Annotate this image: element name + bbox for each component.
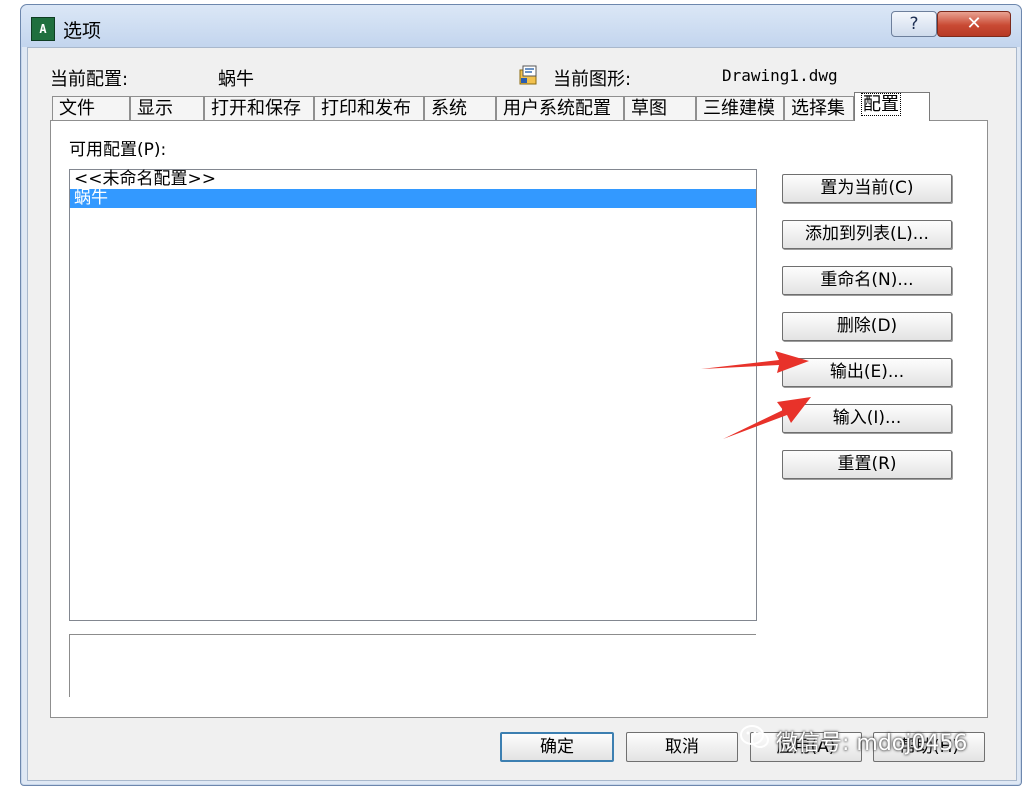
annotation-arrow-icon: [723, 397, 811, 439]
options-dialog: A 选项 ? ✕ 当前配置: 蜗牛 当前图形: Drawing1.dwg 文件 …: [20, 4, 1022, 786]
tab-open-save[interactable]: 打开和保存: [204, 96, 314, 120]
current-drawing-value: Drawing1.dwg: [722, 66, 838, 85]
profile-description-box: [69, 634, 756, 697]
add-to-list-button[interactable]: 添加到列表(L)...: [782, 220, 952, 249]
current-profile-label: 当前配置:: [50, 69, 129, 90]
autocad-app-icon: A: [31, 17, 55, 41]
tab-strip: 文件 显示 打开和保存 打印和发布 系统 用户系统配置 草图 三维建模 选择集 …: [52, 92, 988, 121]
cancel-button[interactable]: 取消: [626, 732, 738, 762]
set-current-button[interactable]: 置为当前(C): [782, 174, 952, 203]
profiles-panel: 可用配置(P): <<未命名配置>> 蜗牛 置为当前(C) 添加到列表(L)..…: [50, 120, 988, 718]
profiles-listbox[interactable]: <<未命名配置>> 蜗牛: [69, 169, 757, 621]
reset-button[interactable]: 重置(R): [782, 450, 952, 479]
list-item[interactable]: 蜗牛: [70, 189, 756, 208]
list-item[interactable]: <<未命名配置>>: [70, 170, 756, 189]
wechat-icon: [740, 724, 770, 764]
watermark-text: 微信号: mdoj0456: [776, 731, 968, 756]
close-button[interactable]: ✕: [937, 11, 1011, 37]
delete-button[interactable]: 删除(D): [782, 312, 952, 341]
current-profile-value: 蜗牛: [218, 69, 254, 90]
tab-system[interactable]: 系统: [424, 96, 496, 120]
dialog-body: 当前配置: 蜗牛 当前图形: Drawing1.dwg 文件 显示 打开和保存 …: [27, 47, 1017, 781]
dialog-title: 选项: [63, 20, 102, 42]
tab-3d-modeling[interactable]: 三维建模: [696, 96, 784, 120]
tab-files[interactable]: 文件: [52, 96, 130, 120]
drawing-file-icon: [518, 64, 540, 86]
tab-user-preferences[interactable]: 用户系统配置: [496, 96, 624, 120]
current-drawing-label: 当前图形:: [553, 69, 632, 90]
annotation-arrow-icon: [701, 351, 809, 373]
wechat-watermark: 微信号: mdoj0456: [740, 724, 1000, 764]
tab-drafting[interactable]: 草图: [624, 96, 696, 120]
title-bar[interactable]: A 选项 ? ✕: [21, 5, 1021, 47]
available-profiles-label: 可用配置(P):: [69, 140, 167, 160]
help-title-button[interactable]: ?: [891, 11, 937, 37]
tab-display[interactable]: 显示: [130, 96, 204, 120]
tab-plot-publish[interactable]: 打印和发布: [314, 96, 424, 120]
ok-button[interactable]: 确定: [500, 732, 614, 762]
rename-button[interactable]: 重命名(N)...: [782, 266, 952, 295]
tab-profiles[interactable]: 配置: [854, 92, 930, 121]
tab-selection[interactable]: 选择集: [784, 96, 854, 120]
